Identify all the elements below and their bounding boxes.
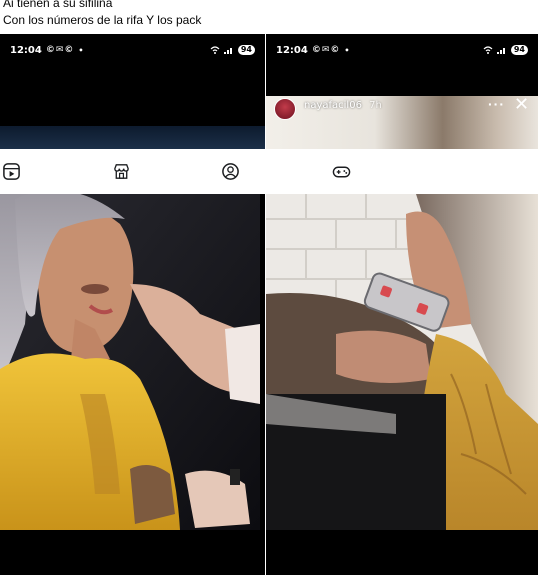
marketplace-icon[interactable] xyxy=(112,162,131,181)
left-photo-image xyxy=(0,194,260,530)
more-options-icon[interactable]: ··· xyxy=(488,96,505,112)
story-username[interactable]: nayafacil06 7h xyxy=(304,100,382,111)
story-avatar[interactable] xyxy=(274,98,296,120)
status-right: 94 xyxy=(483,45,528,55)
notification-icons: ©✉© xyxy=(45,45,75,55)
notification-icons: ©✉© xyxy=(311,45,341,55)
close-icon[interactable]: ✕ xyxy=(514,94,529,115)
profile-icon[interactable] xyxy=(221,162,240,181)
story-username-text: nayafacil06 xyxy=(304,100,362,111)
right-photo[interactable] xyxy=(266,194,538,530)
story-time-ago: 7h xyxy=(369,100,382,111)
status-right: 94 xyxy=(210,45,255,55)
status-dot: • xyxy=(78,45,84,55)
caption-line-1: Ai tienen a su sifilina xyxy=(3,0,113,10)
right-screenshot-bottom xyxy=(266,558,538,575)
screen-edge xyxy=(0,126,265,149)
signal-icon xyxy=(223,48,232,54)
status-dot: • xyxy=(344,45,350,55)
reels-icon[interactable] xyxy=(2,162,21,181)
left-photo[interactable] xyxy=(0,194,260,530)
left-screenshot-bottom xyxy=(0,530,265,575)
signal-icon xyxy=(496,48,505,54)
wifi-icon xyxy=(210,46,220,54)
gaming-icon[interactable] xyxy=(332,162,351,181)
status-time: 12:04 xyxy=(10,44,42,56)
battery-badge: 94 xyxy=(510,45,528,55)
wifi-icon xyxy=(483,46,493,54)
status-time: 12:04 xyxy=(276,44,308,56)
battery-badge: 94 xyxy=(237,45,255,55)
right-photo-image xyxy=(266,194,538,530)
caption-line-2: Con los números de la rifa Y los pack xyxy=(3,13,202,27)
status-bar: 12:04 ©✉© • 94 xyxy=(266,34,538,66)
status-bar: 12:04 ©✉© • 94 xyxy=(0,34,265,66)
post-caption: Ai tienen a su sifilina Con los números … xyxy=(3,0,543,29)
bottom-nav-bar xyxy=(0,149,538,194)
